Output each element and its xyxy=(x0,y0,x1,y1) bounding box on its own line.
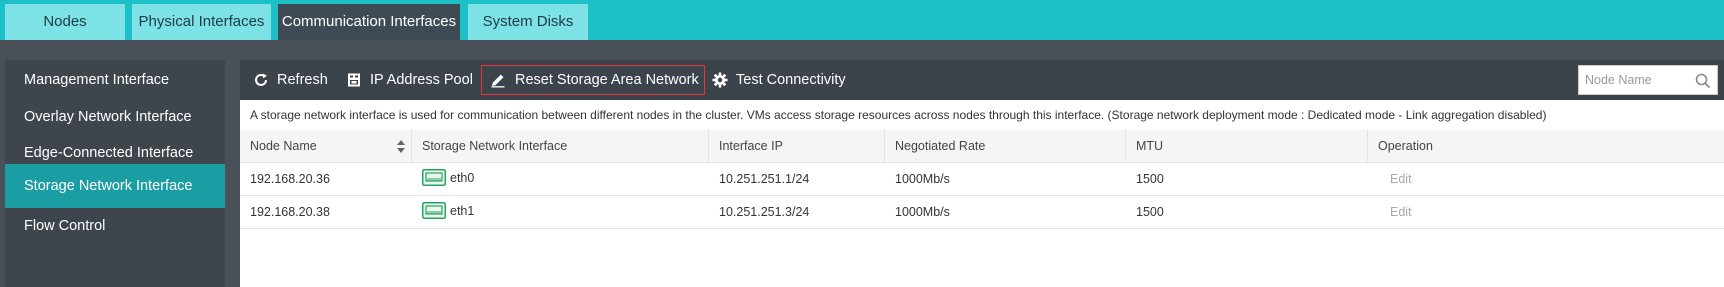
column-header-mtu: MTU xyxy=(1126,130,1368,163)
test-connectivity-button[interactable]: Test Connectivity xyxy=(712,66,852,94)
test-connectivity-label: Test Connectivity xyxy=(736,72,846,88)
refresh-label: Refresh xyxy=(277,72,328,88)
table-header: Node Name Storage Network Interface Inte… xyxy=(240,130,1724,163)
tab-system-disks[interactable]: System Disks xyxy=(468,4,588,40)
tab-physical-interfaces[interactable]: Physical Interfaces xyxy=(132,4,271,40)
tab-communication-interfaces[interactable]: Communication Interfaces xyxy=(278,4,460,40)
column-header-storage-network-interface: Storage Network Interface xyxy=(412,130,709,163)
cell-storage-network-interface: eth1 xyxy=(412,196,709,229)
cell-mtu: 1500 xyxy=(1136,172,1164,186)
main-panel: Refresh IP Address Pool Reset Storage Ar… xyxy=(240,60,1724,287)
cell-storage-network-interface: eth0 xyxy=(412,163,709,196)
interface-name: eth0 xyxy=(450,171,475,185)
refresh-button[interactable]: Refresh xyxy=(253,66,333,94)
ip-pool-icon xyxy=(348,73,360,87)
network-port-icon xyxy=(422,169,446,186)
reset-storage-area-network-button[interactable]: Reset Storage Area Network xyxy=(481,65,705,95)
column-header-node-name[interactable]: Node Name xyxy=(240,130,412,163)
network-port-icon xyxy=(422,202,446,219)
ip-address-pool-label: IP Address Pool xyxy=(370,72,473,88)
table-row: 192.168.20.36 eth0 10.251.251.1/24 1000M… xyxy=(240,163,1724,196)
edit-link[interactable]: Edit xyxy=(1368,196,1724,229)
cell-node-name: 192.168.20.36 xyxy=(250,172,330,186)
ip-address-pool-button[interactable]: IP Address Pool xyxy=(346,66,476,94)
tab-nodes[interactable]: Nodes xyxy=(5,4,125,40)
edit-pencil-icon xyxy=(491,74,505,88)
cell-mtu: 1500 xyxy=(1136,205,1164,219)
search-icon[interactable] xyxy=(1695,73,1711,89)
node-name-search xyxy=(1578,65,1718,95)
top-tab-bar: Nodes Physical Interfaces Communication … xyxy=(0,0,1724,40)
gear-icon xyxy=(712,72,728,88)
cell-node-name: 192.168.20.38 xyxy=(250,205,330,219)
cell-negotiated-rate: 1000Mb/s xyxy=(895,205,950,219)
table-row: 192.168.20.38 eth1 10.251.251.3/24 1000M… xyxy=(240,196,1724,229)
cell-negotiated-rate: 1000Mb/s xyxy=(895,172,950,186)
column-header-interface-ip: Interface IP xyxy=(709,130,885,163)
sidebar-item-overlay-network-interface[interactable]: Overlay Network Interface xyxy=(5,97,225,137)
sort-icon[interactable] xyxy=(397,140,405,153)
cell-interface-ip: 10.251.251.1/24 xyxy=(719,172,810,186)
edit-link[interactable]: Edit xyxy=(1368,163,1724,196)
sidebar-item-flow-control[interactable]: Flow Control xyxy=(5,206,225,246)
interface-name: eth1 xyxy=(450,204,475,218)
search-input[interactable] xyxy=(1579,66,1691,94)
column-header-operation: Operation xyxy=(1378,139,1433,153)
column-header-label: Node Name xyxy=(250,139,317,153)
cell-interface-ip: 10.251.251.3/24 xyxy=(719,205,810,219)
storage-network-description: A storage network interface is used for … xyxy=(250,108,1547,122)
refresh-icon xyxy=(255,73,267,86)
sidebar-item-storage-network-interface[interactable]: Storage Network Interface xyxy=(5,164,225,208)
sidebar-item-management-interface[interactable]: Management Interface xyxy=(5,60,225,100)
sidebar: Management Interface Overlay Network Int… xyxy=(5,60,225,287)
toolbar: Refresh IP Address Pool Reset Storage Ar… xyxy=(240,60,1724,100)
reset-storage-area-network-label: Reset Storage Area Network xyxy=(515,72,699,88)
column-header-negotiated-rate: Negotiated Rate xyxy=(885,130,1126,163)
